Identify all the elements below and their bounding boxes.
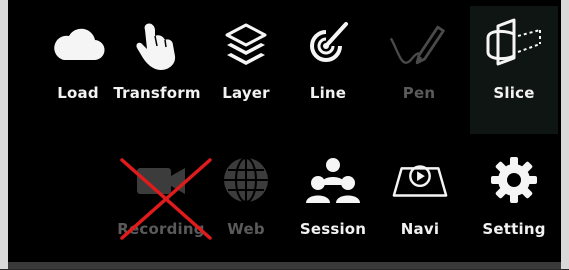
globe-icon bbox=[216, 150, 276, 210]
toolbar-panel: Load Transform Layer Line Pen Slice Reco… bbox=[8, 0, 561, 262]
layer-button[interactable]: Layer bbox=[201, 14, 291, 134]
recording-button[interactable]: Recording bbox=[116, 150, 206, 270]
transform-label: Transform bbox=[113, 84, 201, 102]
right-edge bbox=[561, 0, 569, 269]
session-button[interactable]: Session bbox=[288, 150, 378, 270]
load-label: Load bbox=[57, 84, 99, 102]
load-button[interactable]: Load bbox=[33, 14, 123, 134]
line-target-icon bbox=[298, 14, 358, 74]
pen-icon bbox=[389, 14, 449, 74]
layer-label: Layer bbox=[222, 84, 270, 102]
navi-button[interactable]: Navi bbox=[375, 150, 465, 270]
layers-icon bbox=[216, 14, 276, 74]
slice-label: Slice bbox=[493, 84, 535, 102]
recording-label: Recording bbox=[117, 220, 205, 238]
video-camera-icon bbox=[131, 150, 191, 210]
people-icon bbox=[303, 150, 363, 210]
slice-button[interactable]: Slice bbox=[470, 6, 558, 134]
bottom-strip bbox=[8, 262, 561, 269]
setting-label: Setting bbox=[482, 220, 546, 238]
session-label: Session bbox=[299, 220, 367, 238]
web-label: Web bbox=[227, 220, 265, 238]
line-label: Line bbox=[309, 84, 347, 102]
line-button[interactable]: Line bbox=[283, 14, 373, 134]
gear-icon bbox=[484, 150, 544, 210]
transform-button[interactable]: Transform bbox=[112, 14, 202, 134]
setting-button[interactable]: Setting bbox=[469, 150, 559, 270]
slice-icon bbox=[484, 14, 544, 74]
pen-button[interactable]: Pen bbox=[374, 14, 464, 134]
left-edge bbox=[0, 0, 8, 269]
pen-label: Pen bbox=[402, 84, 436, 102]
navigation-icon bbox=[390, 150, 450, 210]
cloud-icon bbox=[48, 14, 108, 74]
web-button[interactable]: Web bbox=[201, 150, 291, 270]
navi-label: Navi bbox=[400, 220, 440, 238]
hand-icon bbox=[127, 14, 187, 74]
